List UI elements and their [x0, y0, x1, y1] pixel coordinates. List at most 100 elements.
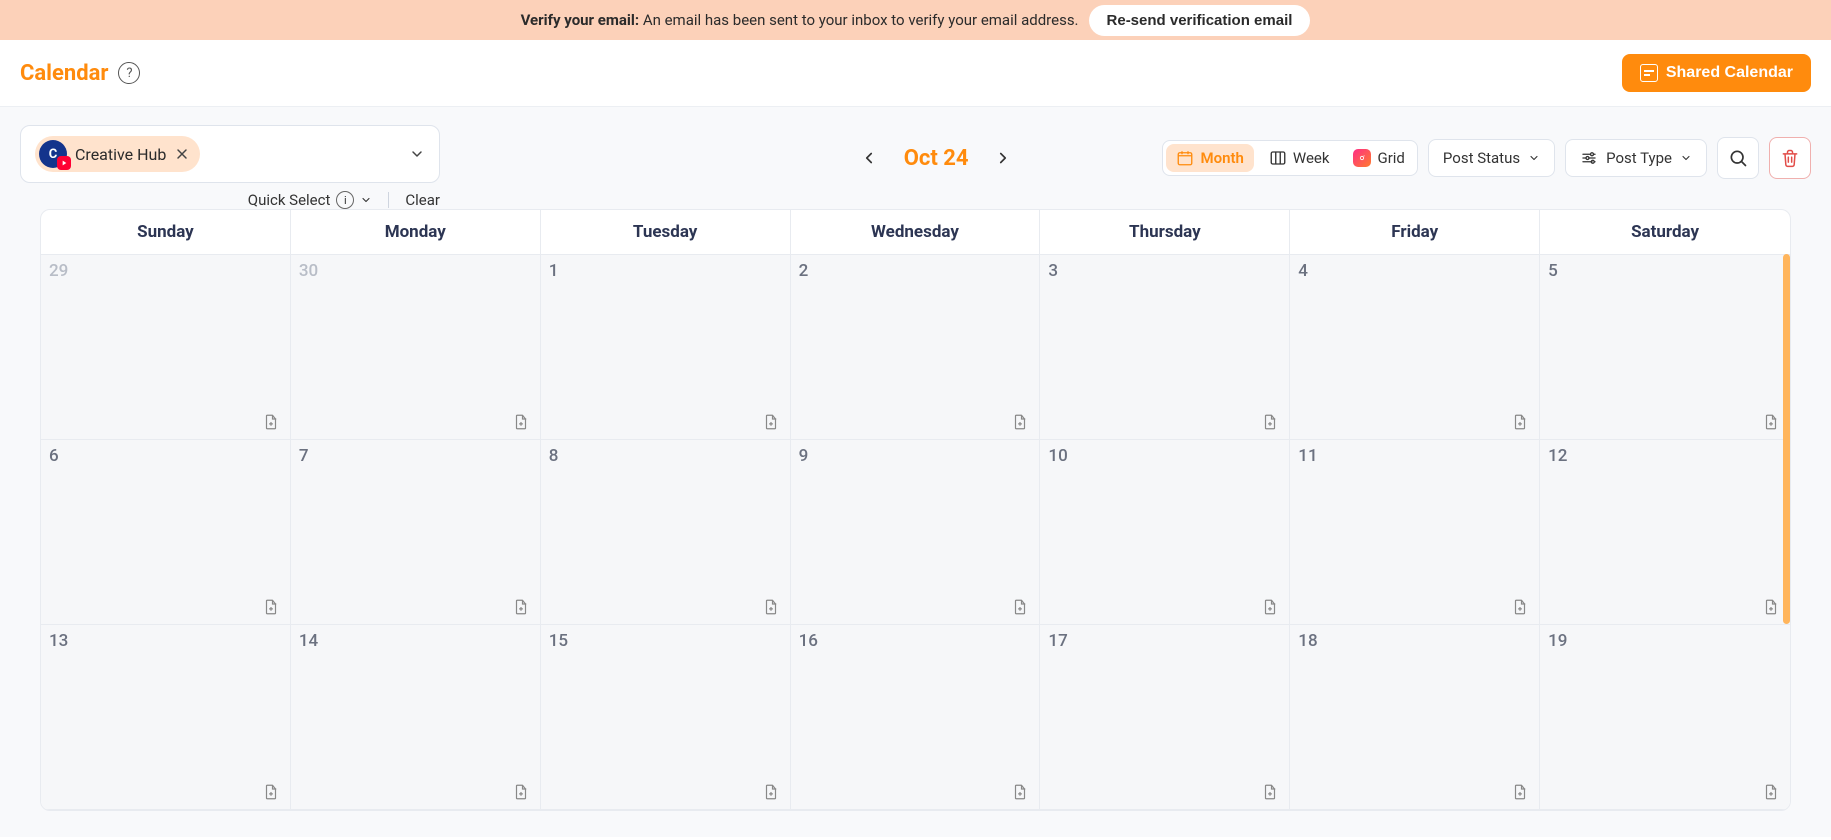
calendar-day-cell[interactable]: 8	[541, 440, 791, 625]
add-post-icon[interactable]	[262, 783, 280, 801]
add-post-icon[interactable]	[1762, 783, 1780, 801]
day-number: 4	[1298, 261, 1308, 281]
chevron-down-icon	[360, 194, 372, 206]
post-status-filter[interactable]: Post Status	[1428, 139, 1555, 177]
add-post-icon[interactable]	[762, 783, 780, 801]
calendar-day-cell[interactable]: 9	[791, 440, 1041, 625]
weekday-header: Saturday	[1540, 210, 1790, 255]
search-button[interactable]	[1717, 137, 1759, 179]
view-month-tab[interactable]: Month	[1166, 144, 1253, 172]
post-type-filter[interactable]: Post Type	[1565, 139, 1707, 177]
view-switcher: Month Week Grid	[1162, 140, 1417, 176]
add-post-icon[interactable]	[1511, 783, 1529, 801]
view-week-tab[interactable]: Week	[1257, 141, 1342, 175]
calendar-day-cell[interactable]: 18	[1290, 625, 1540, 810]
add-post-icon[interactable]	[1762, 598, 1780, 616]
profile-chevron-icon[interactable]	[409, 146, 425, 162]
day-number: 7	[299, 446, 309, 466]
page-title: Calendar	[20, 61, 108, 86]
info-icon[interactable]: i	[336, 191, 354, 209]
calendar-day-cell[interactable]: 2	[791, 255, 1041, 440]
profile-avatar: C	[39, 140, 67, 168]
calendar-day-cell[interactable]: 5	[1540, 255, 1790, 440]
calendar-grid: SundayMondayTuesdayWednesdayThursdayFrid…	[40, 209, 1791, 811]
add-post-icon[interactable]	[1261, 598, 1279, 616]
calendar-day-cell[interactable]: 1	[541, 255, 791, 440]
search-icon	[1728, 148, 1748, 168]
add-post-icon[interactable]	[512, 783, 530, 801]
shared-calendar-icon	[1640, 64, 1658, 82]
add-post-icon[interactable]	[1261, 413, 1279, 431]
quick-select-row: Quick Select i Clear	[20, 191, 440, 209]
day-number: 14	[299, 631, 318, 651]
day-number: 1	[549, 261, 559, 281]
quick-select-button[interactable]: Quick Select i	[248, 191, 373, 209]
help-icon[interactable]: ?	[118, 62, 140, 84]
day-number: 19	[1548, 631, 1567, 651]
profile-chip-label: Creative Hub	[75, 145, 166, 164]
calendar-day-cell[interactable]: 12	[1540, 440, 1790, 625]
trash-icon	[1780, 148, 1800, 168]
day-number: 12	[1548, 446, 1567, 466]
add-post-icon[interactable]	[512, 598, 530, 616]
add-post-icon[interactable]	[1511, 413, 1529, 431]
weekday-header: Friday	[1290, 210, 1540, 255]
calendar-day-cell[interactable]: 30	[291, 255, 541, 440]
calendar-day-cell[interactable]: 29	[41, 255, 291, 440]
calendar-day-cell[interactable]: 15	[541, 625, 791, 810]
verify-email-banner: Verify your email: An email has been sen…	[0, 0, 1831, 40]
add-post-icon[interactable]	[262, 598, 280, 616]
scrollbar[interactable]	[1783, 254, 1790, 624]
profile-chip[interactable]: C Creative Hub	[35, 136, 200, 172]
prev-month-button[interactable]	[860, 149, 878, 167]
instagram-icon	[1353, 149, 1371, 167]
add-post-icon[interactable]	[1511, 598, 1529, 616]
add-post-icon[interactable]	[512, 413, 530, 431]
weekday-header: Thursday	[1040, 210, 1290, 255]
calendar-day-cell[interactable]: 17	[1040, 625, 1290, 810]
view-grid-tab[interactable]: Grid	[1341, 141, 1416, 175]
add-post-icon[interactable]	[1011, 783, 1029, 801]
calendar-day-cell[interactable]: 10	[1040, 440, 1290, 625]
day-number: 6	[49, 446, 59, 466]
calendar-day-cell[interactable]: 6	[41, 440, 291, 625]
add-post-icon[interactable]	[762, 598, 780, 616]
day-number: 5	[1548, 261, 1558, 281]
shared-calendar-button[interactable]: Shared Calendar	[1622, 54, 1811, 92]
page-header: Calendar ? Shared Calendar	[0, 40, 1831, 107]
add-post-icon[interactable]	[1762, 413, 1780, 431]
calendar-day-cell[interactable]: 4	[1290, 255, 1540, 440]
resend-verification-button[interactable]: Re-send verification email	[1089, 5, 1311, 36]
calendar-day-cell[interactable]: 14	[291, 625, 541, 810]
profile-selector[interactable]: C Creative Hub	[20, 125, 440, 183]
day-number: 29	[49, 261, 68, 281]
delete-button[interactable]	[1769, 137, 1811, 179]
calendar-day-cell[interactable]: 13	[41, 625, 291, 810]
calendar-day-cell[interactable]: 3	[1040, 255, 1290, 440]
add-post-icon[interactable]	[1011, 598, 1029, 616]
calendar-day-cell[interactable]: 11	[1290, 440, 1540, 625]
toolbar: C Creative Hub Quick Select i Clear	[0, 107, 1831, 837]
calendar-day-cell[interactable]: 16	[791, 625, 1041, 810]
banner-prefix: Verify your email:	[521, 11, 640, 29]
calendar-day-cell[interactable]: 19	[1540, 625, 1790, 810]
chevron-down-icon	[1680, 152, 1692, 164]
add-post-icon[interactable]	[1261, 783, 1279, 801]
banner-message: An email has been sent to your inbox to …	[643, 11, 1079, 29]
remove-profile-icon[interactable]	[174, 146, 190, 162]
add-post-icon[interactable]	[1011, 413, 1029, 431]
shared-calendar-label: Shared Calendar	[1666, 64, 1793, 82]
calendar-day-cell[interactable]: 7	[291, 440, 541, 625]
day-number: 9	[799, 446, 809, 466]
day-number: 17	[1048, 631, 1067, 651]
day-number: 10	[1048, 446, 1067, 466]
add-post-icon[interactable]	[262, 413, 280, 431]
weekday-header: Sunday	[41, 210, 291, 255]
weekday-header: Tuesday	[541, 210, 791, 255]
day-number: 15	[549, 631, 568, 651]
date-navigator: Oct 24	[860, 146, 1013, 171]
next-month-button[interactable]	[994, 149, 1012, 167]
clear-button[interactable]: Clear	[405, 191, 440, 209]
day-number: 3	[1048, 261, 1058, 281]
add-post-icon[interactable]	[762, 413, 780, 431]
